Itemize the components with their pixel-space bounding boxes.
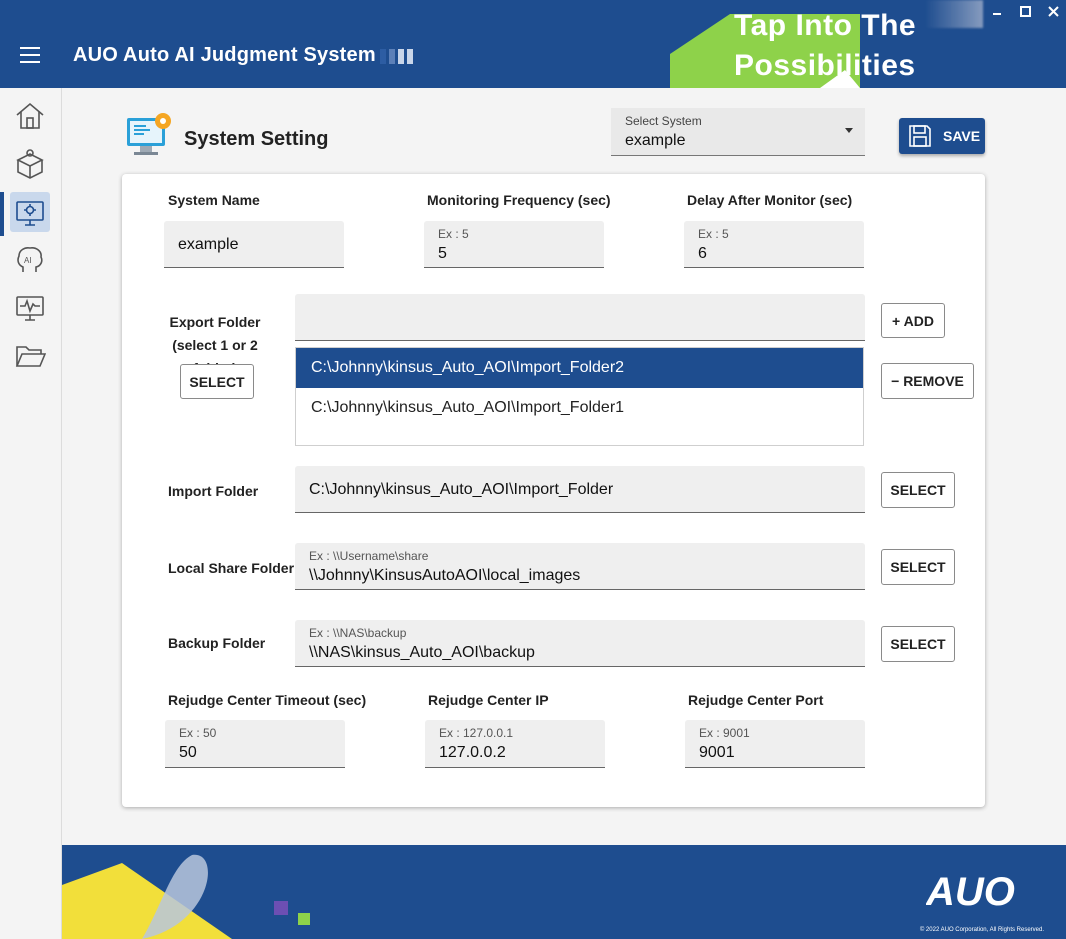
nav-folder[interactable] bbox=[10, 336, 50, 376]
backup-folder-select-button[interactable]: SELECT bbox=[881, 626, 955, 662]
footer-copyright: © 2022 AUO Corporation, All Rights Reser… bbox=[919, 927, 1044, 933]
local-share-folder-hint: Ex : \\Username\share bbox=[309, 549, 429, 563]
nav-home[interactable] bbox=[10, 96, 50, 136]
minimize-icon[interactable] bbox=[990, 4, 1004, 18]
list-item[interactable]: C:\Johnny\kinsus_Auto_AOI\Import_Folder1 bbox=[296, 388, 863, 428]
rejudge-timeout-label: Rejudge Center Timeout (sec) bbox=[168, 692, 367, 708]
rejudge-timeout-field[interactable]: Ex : 50 50 bbox=[165, 720, 345, 768]
page-title: System Setting bbox=[184, 128, 329, 150]
export-folder-list: C:\Johnny\kinsus_Auto_AOI\Import_Folder2… bbox=[295, 347, 864, 446]
rejudge-port-field[interactable]: Ex : 9001 9001 bbox=[685, 720, 865, 768]
local-share-folder-label: Local Share Folder bbox=[168, 560, 295, 576]
delay-after-monitor-value: 6 bbox=[698, 245, 707, 262]
local-share-folder-field[interactable]: Ex : \\Username\share \\Johnny\KinsusAut… bbox=[295, 543, 865, 590]
delay-after-monitor-field[interactable]: Ex : 5 6 bbox=[684, 221, 864, 268]
footer-banner: AUO © 2022 AUO Corporation, All Rights R… bbox=[62, 845, 1066, 939]
import-folder-field[interactable]: C:\Johnny\kinsus_Auto_AOI\Import_Folder bbox=[295, 466, 865, 513]
select-system-dropdown[interactable]: Select System example bbox=[611, 108, 865, 156]
chevron-down-icon bbox=[845, 128, 853, 133]
rejudge-ip-field[interactable]: Ex : 127.0.0.1 127.0.0.2 bbox=[425, 720, 605, 768]
rejudge-port-hint: Ex : 9001 bbox=[699, 726, 750, 740]
select-system-value: example bbox=[625, 132, 686, 149]
export-folder-input[interactable] bbox=[295, 294, 865, 341]
system-name-value: example bbox=[178, 236, 239, 253]
sidebar: AI bbox=[0, 88, 62, 939]
save-button[interactable]: SAVE bbox=[899, 118, 985, 154]
banner-line-1: Tap Into The bbox=[734, 9, 917, 42]
import-folder-select-button[interactable]: SELECT bbox=[881, 472, 955, 508]
app-title: AUO Auto AI Judgment System bbox=[73, 44, 376, 66]
save-icon bbox=[909, 125, 931, 147]
local-share-folder-select-button[interactable]: SELECT bbox=[881, 549, 955, 585]
auo-logo-text: AUO bbox=[926, 870, 1015, 909]
system-name-label: System Name bbox=[168, 192, 260, 208]
nav-package[interactable] bbox=[10, 144, 50, 184]
monitoring-frequency-value: 5 bbox=[438, 245, 447, 262]
package-icon bbox=[16, 149, 44, 179]
loading-indicator-icon bbox=[380, 49, 413, 64]
rejudge-ip-hint: Ex : 127.0.0.1 bbox=[439, 726, 514, 740]
export-folder-label-line1: Export Folder bbox=[169, 314, 261, 330]
nav-monitor[interactable] bbox=[10, 288, 50, 328]
monitoring-frequency-field[interactable]: Ex : 5 5 bbox=[424, 221, 604, 268]
banner-decoration bbox=[925, 0, 983, 28]
rejudge-port-value: 9001 bbox=[699, 744, 735, 761]
svg-text:AI: AI bbox=[24, 256, 32, 265]
rejudge-ip-value: 127.0.0.2 bbox=[439, 744, 506, 761]
rejudge-timeout-value: 50 bbox=[179, 744, 197, 761]
nav-active-indicator bbox=[0, 192, 4, 236]
banner-slogan: Tap Into The Possibilities bbox=[734, 6, 916, 86]
add-folder-button[interactable]: + ADD bbox=[881, 303, 945, 338]
ai-brain-icon: AI bbox=[17, 247, 43, 272]
auo-logo: AUO bbox=[925, 869, 1030, 914]
export-folder-select-button[interactable]: SELECT bbox=[180, 364, 254, 399]
import-folder-value: C:\Johnny\kinsus_Auto_AOI\Import_Folder bbox=[309, 481, 614, 498]
delay-after-monitor-label: Delay After Monitor (sec) bbox=[687, 192, 853, 208]
settings-monitor-icon bbox=[16, 201, 44, 226]
rejudge-port-label: Rejudge Center Port bbox=[688, 692, 824, 708]
save-button-label: SAVE bbox=[943, 128, 981, 144]
delay-after-monitor-hint: Ex : 5 bbox=[698, 227, 729, 241]
banner-line-2: Possibilities bbox=[734, 49, 916, 82]
local-share-folder-value: \\Johnny\KinsusAutoAOI\local_images bbox=[309, 567, 581, 584]
footer-decoration bbox=[62, 854, 310, 939]
system-setting-icon bbox=[127, 113, 171, 155]
rejudge-timeout-hint: Ex : 50 bbox=[179, 726, 217, 740]
app-header: AUO Auto AI Judgment System Tap Into The… bbox=[0, 0, 1066, 88]
folder-open-icon bbox=[15, 346, 46, 367]
maximize-icon[interactable] bbox=[1018, 4, 1032, 18]
nav-system-setting[interactable] bbox=[10, 192, 50, 232]
monitoring-frequency-label: Monitoring Frequency (sec) bbox=[427, 192, 611, 208]
backup-folder-hint: Ex : \\NAS\backup bbox=[309, 626, 407, 640]
list-item[interactable]: C:\Johnny\kinsus_Auto_AOI\Import_Folder2 bbox=[296, 348, 863, 388]
home-icon bbox=[16, 102, 44, 129]
hamburger-menu-icon[interactable] bbox=[20, 47, 40, 63]
rejudge-ip-label: Rejudge Center IP bbox=[428, 692, 549, 708]
monitor-pulse-icon bbox=[16, 296, 44, 321]
monitoring-frequency-hint: Ex : 5 bbox=[438, 227, 469, 241]
select-system-label: Select System bbox=[625, 114, 702, 128]
close-icon[interactable] bbox=[1046, 4, 1060, 18]
nav-ai[interactable]: AI bbox=[10, 240, 50, 280]
import-folder-label: Import Folder bbox=[168, 483, 259, 499]
backup-folder-value: \\NAS\kinsus_Auto_AOI\backup bbox=[309, 644, 535, 661]
window-controls bbox=[990, 4, 1060, 18]
remove-folder-button[interactable]: − REMOVE bbox=[881, 363, 974, 399]
system-name-field[interactable]: example bbox=[164, 221, 344, 268]
backup-folder-field[interactable]: Ex : \\NAS\backup \\NAS\kinsus_Auto_AOI\… bbox=[295, 620, 865, 667]
backup-folder-label: Backup Folder bbox=[168, 635, 266, 651]
